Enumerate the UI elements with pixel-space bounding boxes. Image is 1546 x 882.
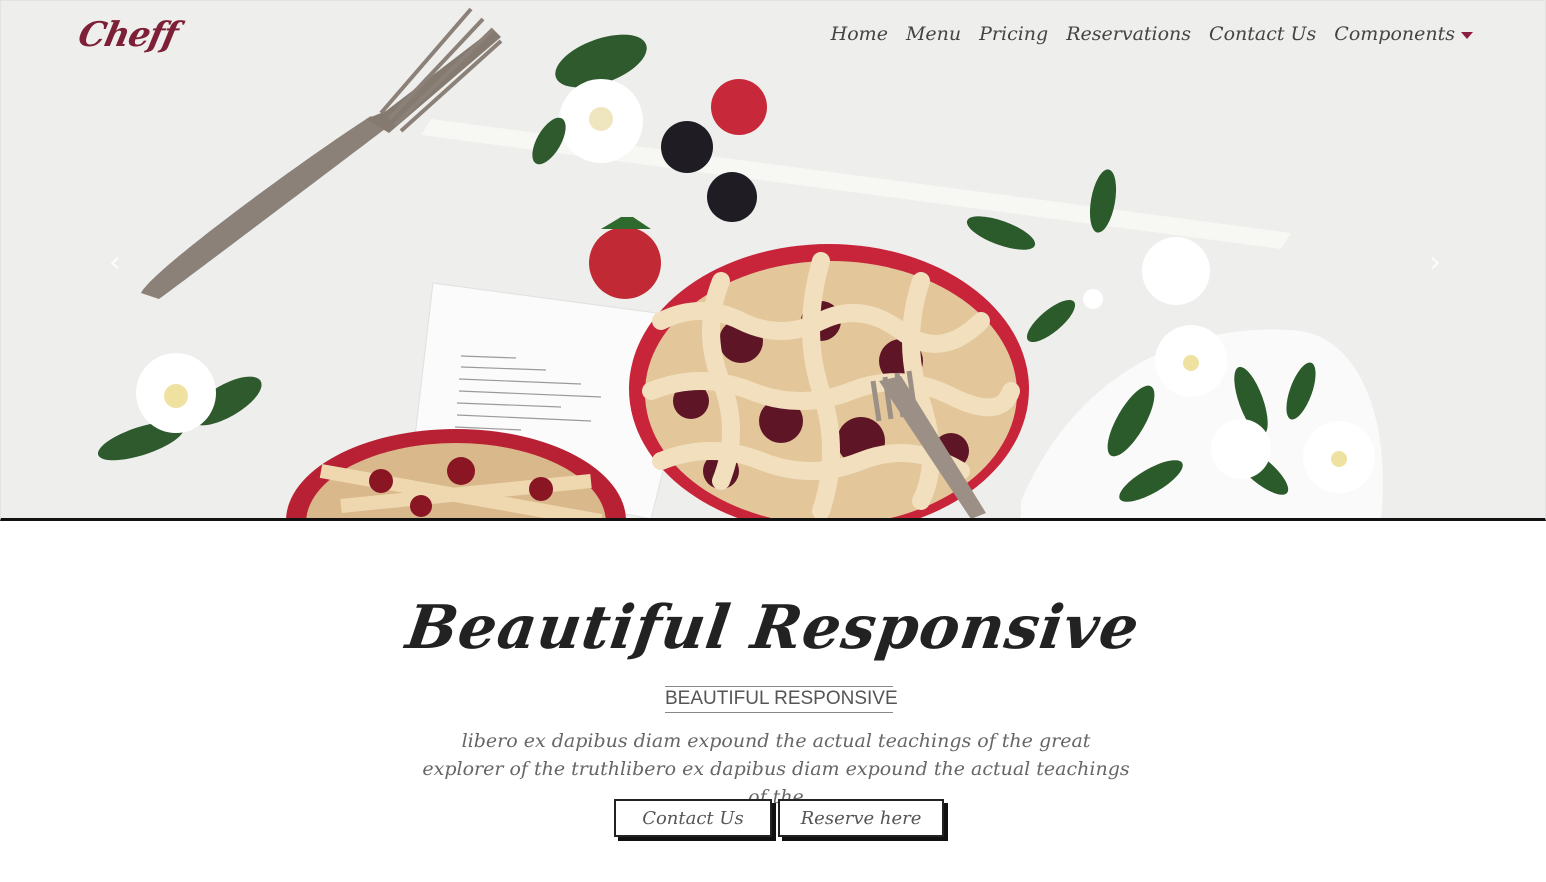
page: Cheff Home Menu Pricing Reservations Con… (0, 0, 1546, 882)
reserve-here-button[interactable]: Reserve here (778, 799, 944, 837)
hero-content: Beautiful Responsive BEAUTIFUL RESPONSIV… (0, 521, 1546, 882)
hero-title: Beautiful Responsive (402, 593, 1144, 663)
nav-item-contact-us[interactable]: Contact Us (1209, 23, 1316, 45)
caret-down-icon (1461, 31, 1473, 39)
nav-item-pricing[interactable]: Pricing (979, 23, 1048, 45)
hero-carousel: Cheff Home Menu Pricing Reservations Con… (0, 0, 1546, 521)
nav-item-components[interactable]: Components (1334, 23, 1473, 45)
main-navigation: Home Menu Pricing Reservations Contact U… (831, 23, 1473, 45)
chevron-left-icon[interactable]: ‹ (109, 245, 121, 280)
hero-image (1, 1, 1545, 518)
nav-item-menu[interactable]: Menu (906, 23, 961, 45)
nav-item-reservations[interactable]: Reservations (1066, 23, 1191, 45)
hero-description: libero ex dapibus diam expound the actua… (422, 730, 1130, 808)
nav-item-home[interactable]: Home (831, 23, 888, 45)
contact-us-button[interactable]: Contact Us (614, 799, 772, 837)
brand-logo[interactable]: Cheff (75, 15, 181, 55)
chevron-right-icon[interactable]: › (1429, 245, 1441, 280)
nav-item-components-label: Components (1334, 23, 1455, 45)
hero-subtitle: BEAUTIFUL RESPONSIVE (665, 686, 898, 713)
